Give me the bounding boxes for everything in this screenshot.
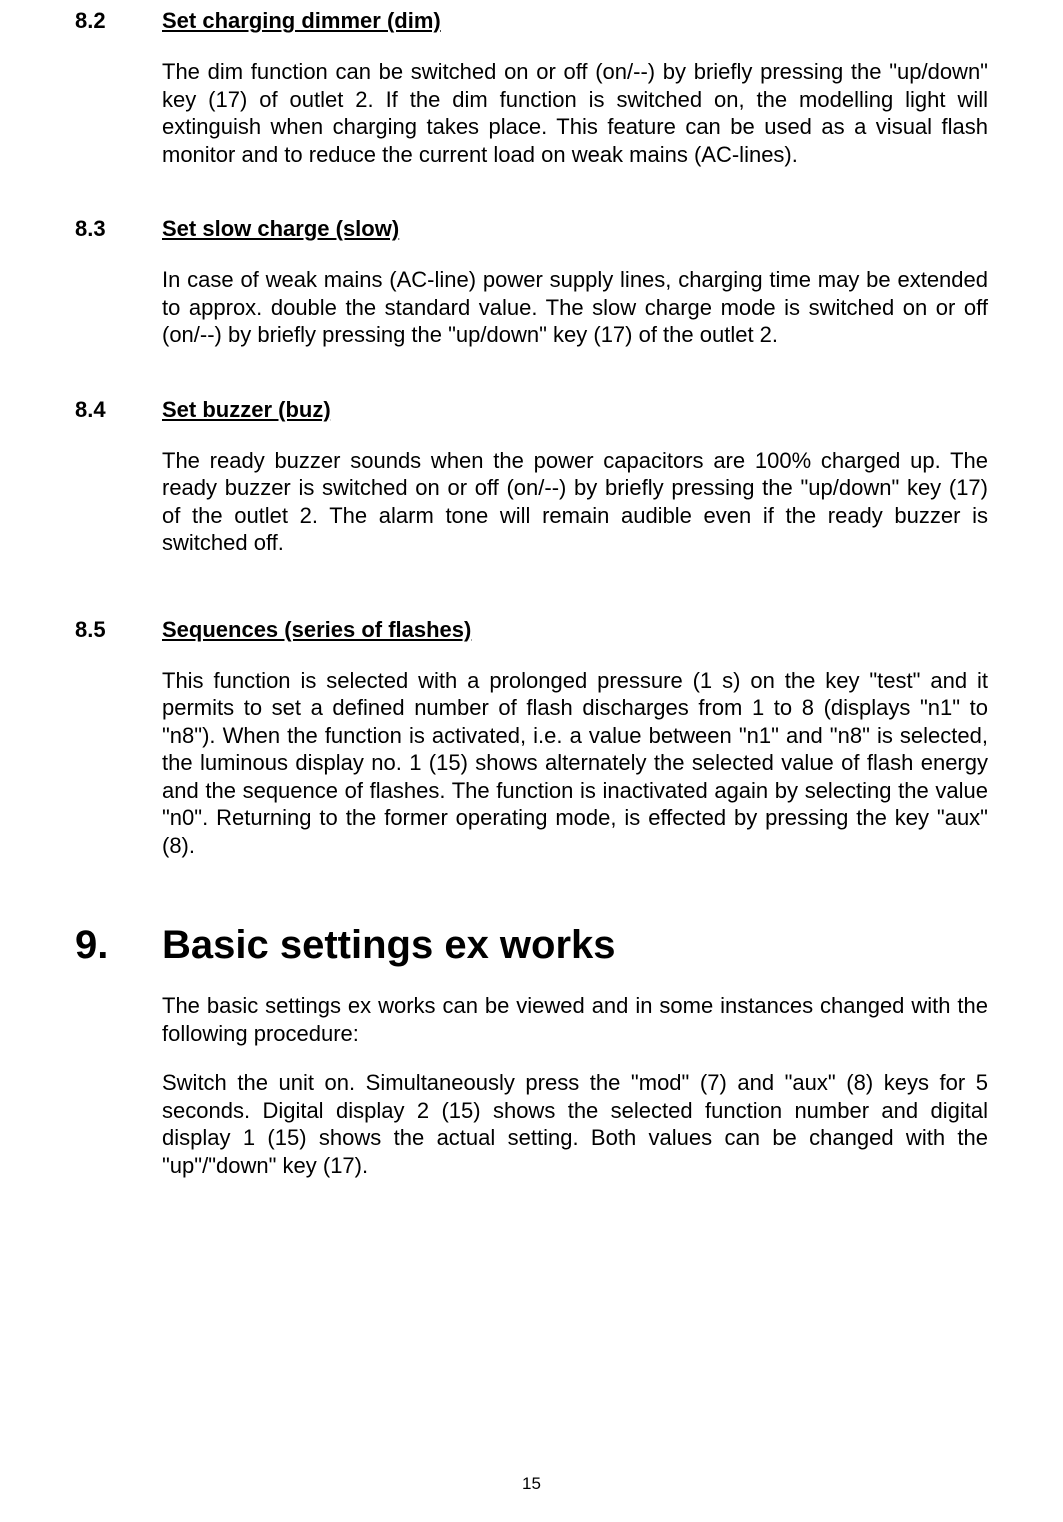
chapter-number: 9. xyxy=(75,923,162,968)
section-title: Set buzzer (buz) xyxy=(162,397,331,423)
section-title: Sequences (series of flashes) xyxy=(162,617,471,643)
section-header-row: 8.2 Set charging dimmer (dim) xyxy=(75,8,988,34)
section-title: Set slow charge (slow) xyxy=(162,216,399,242)
chapter-header-row: 9. Basic settings ex works xyxy=(75,923,988,968)
section-number: 8.4 xyxy=(75,397,162,423)
section-8-4: 8.4 Set buzzer (buz) The ready buzzer so… xyxy=(75,397,988,557)
section-8-5: 8.5 Sequences (series of flashes) This f… xyxy=(75,617,988,860)
section-8-2: 8.2 Set charging dimmer (dim) The dim fu… xyxy=(75,8,988,168)
chapter-body: The basic settings ex works can be viewe… xyxy=(162,992,988,1179)
section-header-row: 8.5 Sequences (series of flashes) xyxy=(75,617,988,643)
section-title: Set charging dimmer (dim) xyxy=(162,8,441,34)
section-header-row: 8.3 Set slow charge (slow) xyxy=(75,216,988,242)
chapter-title: Basic settings ex works xyxy=(162,923,616,968)
section-number: 8.5 xyxy=(75,617,162,643)
chapter-paragraph: Switch the unit on. Simultaneously press… xyxy=(162,1069,988,1179)
section-number: 8.2 xyxy=(75,8,162,34)
section-body: This function is selected with a prolong… xyxy=(162,667,988,860)
chapter-paragraph: The basic settings ex works can be viewe… xyxy=(162,992,988,1047)
section-header-row: 8.4 Set buzzer (buz) xyxy=(75,397,988,423)
section-body: In case of weak mains (AC-line) power su… xyxy=(162,266,988,349)
page-number: 15 xyxy=(0,1474,1063,1494)
section-8-3: 8.3 Set slow charge (slow) In case of we… xyxy=(75,216,988,349)
section-number: 8.3 xyxy=(75,216,162,242)
section-body: The ready buzzer sounds when the power c… xyxy=(162,447,988,557)
section-body: The dim function can be switched on or o… xyxy=(162,58,988,168)
